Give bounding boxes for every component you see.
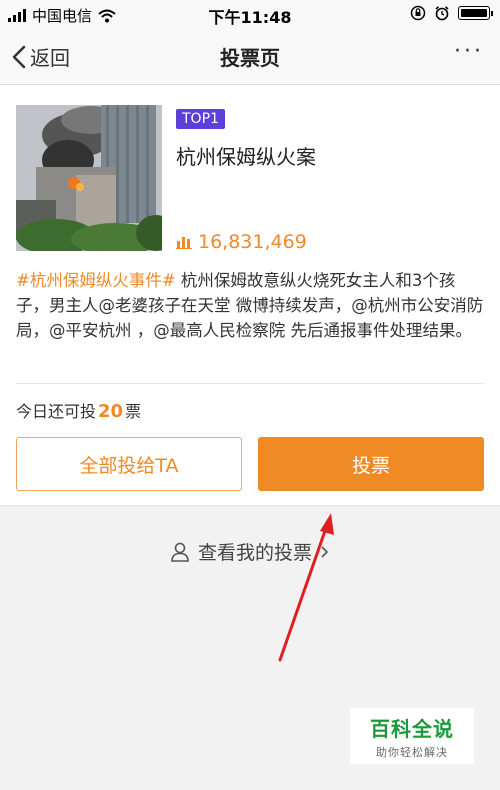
remaining-count: 20 <box>98 401 124 422</box>
vote-all-button[interactable]: 全部投给TA <box>16 437 242 491</box>
rank-badge: TOP1 <box>176 109 225 129</box>
status-bar: 中国电信 下午11:48 <box>0 0 500 28</box>
page-title: 投票页 <box>220 46 280 70</box>
alarm-icon <box>435 6 449 21</box>
remaining-prefix: 今日还可投 <box>16 402 97 421</box>
news-thumbnail <box>16 105 162 251</box>
watermark-logo: 百科全说 助你轻松解决 <box>350 708 474 764</box>
rotation-lock-icon <box>410 5 426 21</box>
nav-bar: 返回 投票页 ··· <box>0 28 500 85</box>
battery-icon <box>458 6 493 20</box>
user-icon <box>171 542 189 562</box>
remaining-suffix: 票 <box>125 402 142 421</box>
divider <box>16 383 484 384</box>
vote-total: 16,831,469 <box>176 231 307 253</box>
status-right <box>410 5 493 21</box>
remaining-votes: 今日还可投 20 票 <box>16 398 141 422</box>
case-title: 杭州保姆纵火案 <box>176 145 316 169</box>
watermark-brand: 百科全说 <box>370 717 454 741</box>
watermark-slogan: 助你轻松解决 <box>376 746 448 759</box>
my-votes-link[interactable]: 查看我的投票 <box>0 538 500 565</box>
vote-button[interactable]: 投票 <box>258 437 484 491</box>
description: #杭州保姆纵火事件# 杭州保姆故意纵火烧死女主人和3个孩子，男主人@老婆孩子在天… <box>16 268 486 343</box>
description-tag[interactable]: #杭州保姆纵火事件# <box>16 271 176 290</box>
bar-chart-icon <box>176 237 192 249</box>
more-button[interactable]: ··· <box>454 41 484 63</box>
battery-level <box>461 9 487 17</box>
my-votes-label: 查看我的投票 <box>197 542 312 564</box>
vote-card: TOP1 杭州保姆纵火案 16,831,469 #杭州保姆纵火事件# 杭州保姆故… <box>0 85 500 506</box>
chevron-right-icon <box>321 545 329 558</box>
vote-count: 16,831,469 <box>198 231 307 253</box>
